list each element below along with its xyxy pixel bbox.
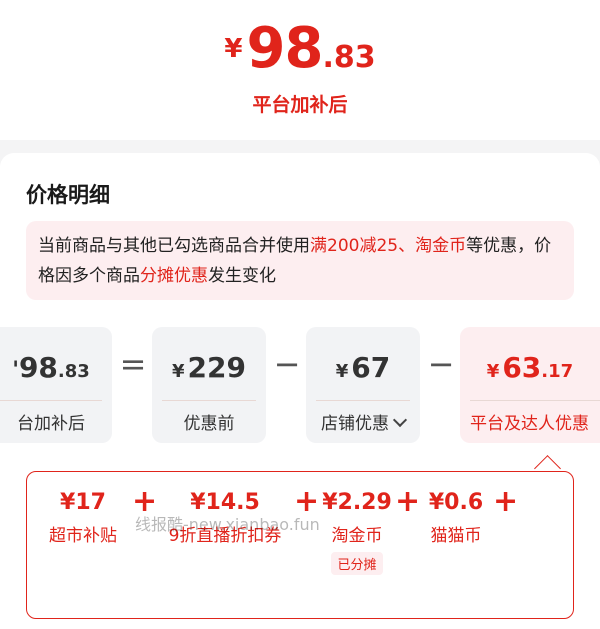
platform-discount-breakdown: ¥17 超市补贴 + ¥14.5 9折直播折扣券 + ¥2.29 淘金币 已分摊… [26, 471, 574, 619]
original-price-box: ¥229 优惠前 [152, 327, 266, 443]
chevron-down-icon [392, 412, 408, 428]
final-price: ¥98.83 [0, 16, 600, 81]
currency-symbol: ¥ [224, 34, 243, 64]
notice-text: 发生变化 [208, 266, 276, 286]
notice-highlight-discounts: 满200减25、淘金币 [310, 236, 467, 256]
plus-sign: + [395, 484, 421, 519]
box-divider [0, 400, 102, 401]
watermark: 线报酷-new.xianbao.fun [135, 515, 320, 534]
breakdown-item-maomaobi: ¥0.6 猫猫币 [428, 490, 484, 546]
price-detail-card: 价格明细 当前商品与其他已勾选商品合并使用满200减25、淘金币等优惠，价格因多… [0, 153, 600, 629]
notice-highlight-shared: 分摊优惠 [140, 266, 208, 286]
price-decimal: .83 [322, 40, 376, 75]
box-divider [470, 400, 600, 401]
price-caption: 平台加补后 [252, 94, 348, 116]
breakdown-item-taojinbi: ¥2.29 淘金币 已分摊 [322, 490, 392, 575]
store-discount-value: ¥67 [335, 351, 391, 384]
price-formula[interactable]: '98.83 台加补后 = ¥229 优惠前 − ¥67 店铺优惠 − ¥63.… [0, 327, 600, 443]
minus-sign: − [273, 345, 301, 383]
final-price-label: 台加补后 [17, 414, 85, 434]
shared-tag: 已分摊 [331, 552, 383, 575]
price-integer: 98 [246, 16, 324, 81]
equals-sign: = [119, 345, 147, 383]
platform-discount-value: ¥63.17 [486, 351, 574, 384]
original-price-label: 优惠前 [183, 414, 235, 434]
price-header: ¥98.83 平台加补后 [0, 0, 600, 140]
box-divider [162, 400, 256, 401]
store-discount-box[interactable]: ¥67 店铺优惠 [306, 327, 420, 443]
platform-discount-box[interactable]: ¥63.17 平台及达人优惠 [460, 327, 600, 443]
section-title: 价格明细 [26, 183, 110, 207]
final-price-value: '98.83 [12, 351, 90, 384]
notice-text: 当前商品与其他已勾选商品合并使用 [38, 236, 310, 256]
breakdown-item-supermarket: ¥17 超市补贴 [49, 490, 117, 546]
discount-notice: 当前商品与其他已勾选商品合并使用满200减25、淘金币等优惠，价格因多个商品分摊… [26, 221, 574, 300]
platform-discount-label: 平台及达人优惠 [470, 414, 589, 434]
original-price-value: ¥229 [172, 351, 246, 384]
store-discount-label[interactable]: 店铺优惠 [306, 409, 420, 434]
plus-sign: + [493, 484, 519, 519]
box-divider [316, 400, 410, 401]
final-price-box: '98.83 台加补后 [0, 327, 112, 443]
